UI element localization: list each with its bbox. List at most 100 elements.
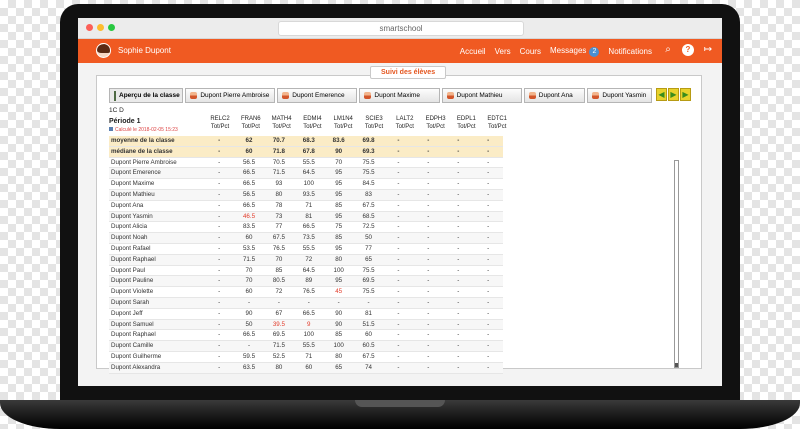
grade-cell: - bbox=[487, 147, 490, 155]
tab-student-3[interactable]: Dupont Maxime bbox=[359, 88, 440, 103]
grade-cell: 80.5 bbox=[272, 277, 285, 285]
table-row[interactable]: Dupont Sarah - - - - - - - - - - bbox=[109, 297, 503, 309]
grade-cell: 53.5 bbox=[242, 244, 256, 252]
grade-cell: 84.5 bbox=[362, 180, 375, 188]
table-row[interactable]: Dupont Samuel - 50 39.5 9 90 51.5 - - - - bbox=[109, 319, 503, 331]
messages-count-badge: 2 bbox=[589, 47, 600, 57]
table-row[interactable]: Dupont Pierre Ambroise - 56.5 70.5 55.5 70 75.… bbox=[109, 158, 503, 169]
table-row[interactable]: Dupont Yasmin - 46.5 73 81 95 68.5 - - - - bbox=[109, 211, 503, 223]
row-name: Dupont Emerence bbox=[111, 169, 161, 177]
grade-cell: - bbox=[337, 298, 340, 306]
grade-cell: - bbox=[397, 201, 400, 209]
table-row[interactable]: Dupont Emerence - 66.5 71.5 64.5 95 75.5 - - - - bbox=[109, 168, 503, 180]
table-row[interactable]: Dupont Violette - 60 72 76.5 45 75.5 - - - - bbox=[109, 287, 503, 298]
tab-student-1[interactable]: Dupont Pierre Ambroise bbox=[185, 88, 276, 103]
table-row[interactable]: Dupont Alexandra - 63.5 80 60 65 74 - - - - bbox=[109, 362, 503, 374]
grade-cell: - bbox=[218, 223, 221, 231]
period-label: Période 1 bbox=[109, 118, 141, 125]
grade-cell: - bbox=[397, 212, 400, 220]
grade-cell: - bbox=[457, 212, 460, 220]
grade-cell: 67.8 bbox=[302, 147, 315, 155]
column-header: RELC2 Tot/Pct bbox=[205, 116, 235, 130]
grade-cell: 75.5 bbox=[362, 169, 375, 177]
grade-cell: - bbox=[487, 255, 490, 263]
avatar[interactable] bbox=[96, 43, 111, 58]
row-name: Dupont Mathieu bbox=[111, 190, 155, 198]
grade-cell: 62 bbox=[245, 137, 253, 144]
scrollbar-thumb[interactable] bbox=[675, 363, 678, 367]
table-row[interactable]: Dupont Raphael - 66.5 69.5 100 85 60 - - - - bbox=[109, 330, 503, 342]
grade-cell: - bbox=[427, 309, 430, 317]
table-row[interactable]: Dupont Ana - 66.5 78 71 85 67.5 - - - - bbox=[109, 201, 503, 212]
help-icon[interactable]: ? bbox=[682, 44, 694, 56]
grade-cell: - bbox=[277, 298, 280, 306]
nav-vers[interactable]: Vers bbox=[495, 47, 511, 56]
nav-cours[interactable]: Cours bbox=[520, 47, 541, 56]
tab-student-6[interactable]: Dupont Yasmin bbox=[587, 88, 652, 103]
grade-cell: - bbox=[397, 223, 400, 231]
address-bar[interactable]: smartschool bbox=[278, 21, 524, 36]
grade-cell: 67.5 bbox=[272, 234, 285, 242]
grade-cell: 74 bbox=[365, 363, 372, 371]
table-row[interactable]: Dupont Pauline - 70 80.5 89 95 69.5 - - - - bbox=[109, 276, 503, 288]
tab-student-2[interactable]: Dupont Emerence bbox=[277, 88, 358, 103]
tab-student-4[interactable]: Dupont Mathieu bbox=[441, 88, 522, 103]
grade-cell: - bbox=[397, 190, 400, 198]
table-row[interactable]: Dupont Noah - 60 67.5 73.5 85 50 - - - - bbox=[109, 233, 503, 244]
grade-cell: 70 bbox=[245, 266, 253, 274]
table-row[interactable]: Dupont Camille - - 71.5 55.5 100 60.5 - - - - bbox=[109, 341, 503, 352]
grade-cell: - bbox=[397, 169, 400, 177]
table-row[interactable]: Dupont Guilherme - 59.5 52.5 71 80 67.5 - - - - bbox=[109, 352, 503, 363]
table-row[interactable]: Dupont Jeff - 90 67 66.5 90 81 - - - - bbox=[109, 309, 503, 320]
grade-cell: 66.5 bbox=[242, 331, 256, 339]
column-unit: Tot/Pct bbox=[334, 124, 353, 130]
class-label: 1C D bbox=[109, 107, 124, 114]
column-code: LALT2 bbox=[396, 116, 414, 122]
grade-cell: - bbox=[427, 320, 430, 328]
grade-cell: 69.3 bbox=[362, 147, 375, 155]
zoom-window-button[interactable] bbox=[108, 24, 115, 31]
panel-title[interactable]: Suivi des élèves bbox=[370, 66, 447, 79]
summary-row[interactable]: moyenne de la classe - 62 70.7 68.3 83.6 69.8 -… bbox=[109, 136, 503, 147]
grade-cell: 83.5 bbox=[242, 223, 256, 231]
grade-cell: - bbox=[487, 137, 490, 144]
arrow-right-icon[interactable]: ▶ bbox=[668, 88, 679, 101]
top-navbar: Sophie Dupont Accueil Vers Cours Message… bbox=[78, 39, 722, 63]
nav-accueil[interactable]: Accueil bbox=[460, 47, 486, 56]
table-row[interactable]: Dupont Raphael - 71.5 70 72 80 65 - - - - bbox=[109, 254, 503, 266]
row-name: Dupont Maxime bbox=[111, 180, 155, 188]
table-row[interactable]: Dupont Rafael - 53.5 76.5 55.5 95 77 - - - - bbox=[109, 244, 503, 255]
search-icon[interactable]: ⌕ bbox=[662, 44, 674, 56]
row-name: Dupont Camille bbox=[111, 342, 154, 350]
nav-messages-label: Messages bbox=[549, 46, 587, 55]
grade-cell: - bbox=[397, 158, 400, 166]
user-name[interactable]: Sophie Dupont bbox=[118, 46, 171, 55]
arrow-last-icon[interactable]: ▶ bbox=[680, 88, 691, 101]
table-row[interactable]: Dupont Paul - 70 85 64.5 100 75.5 - - - - bbox=[109, 266, 503, 277]
grade-cell: - bbox=[457, 137, 460, 144]
minimize-window-button[interactable] bbox=[97, 24, 104, 31]
grade-cell: - bbox=[397, 342, 400, 350]
logout-icon[interactable]: ↦ bbox=[702, 44, 714, 56]
close-window-button[interactable] bbox=[86, 24, 93, 31]
student-tabs: Aperçu de la classe Dupont Pierre Ambroi… bbox=[109, 88, 691, 103]
tab-student-5[interactable]: Dupont Ana bbox=[523, 88, 586, 103]
vertical-scrollbar[interactable] bbox=[674, 160, 679, 368]
grade-cell: 72 bbox=[305, 255, 313, 263]
nav-notifications[interactable]: Notifications bbox=[608, 47, 652, 56]
summary-row[interactable]: médiane de la classe - 60 71.8 67.8 90 69.3 - - -… bbox=[109, 146, 503, 158]
grade-cell: - bbox=[457, 277, 460, 285]
table-row[interactable]: Dupont Maxime - 66.5 93 100 95 84.5 - - - - bbox=[109, 179, 503, 190]
row-name: Dupont Guilherme bbox=[111, 352, 162, 360]
tab-class-overview[interactable]: Aperçu de la classe bbox=[109, 88, 184, 103]
grade-cell: 52.5 bbox=[272, 352, 285, 360]
table-row[interactable]: Dupont Mathieu - 56.5 80 93.5 95 83 - - - - bbox=[109, 189, 503, 201]
grade-cell: - bbox=[218, 277, 221, 285]
grade-cell: 93 bbox=[275, 180, 283, 188]
grade-cell: 66.5 bbox=[242, 201, 256, 209]
grade-cell: - bbox=[457, 288, 460, 296]
nav-messages[interactable]: Messages 2 bbox=[549, 46, 600, 57]
table-row[interactable]: Dupont Alicia - 83.5 77 66.5 75 72.5 - - - - bbox=[109, 222, 503, 234]
arrow-left-icon[interactable]: ◀ bbox=[656, 88, 667, 101]
grade-cell: - bbox=[427, 190, 430, 198]
